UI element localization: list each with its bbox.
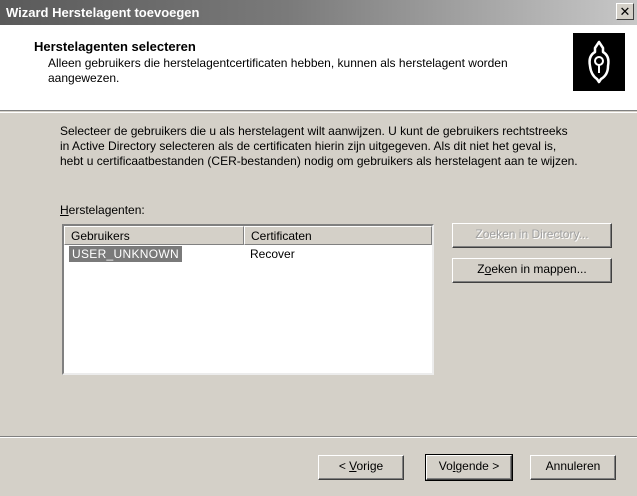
list-cell-certificate[interactable]: Recover [250,246,295,262]
window-title: Wizard Herstelagent toevoegen [6,5,200,20]
find-in-directory-button[interactable]: Zoeken in Directory... [452,223,612,248]
title-bar[interactable]: Wizard Herstelagent toevoegen ✕ [0,0,637,25]
header-divider [0,112,637,113]
btn-text-pre: Z [477,262,485,276]
close-button[interactable]: ✕ [616,3,634,20]
btn-text-pre: < [338,459,350,473]
key-icon [573,33,625,91]
btn-text-post: eken in mappen... [491,262,587,276]
back-button[interactable]: < Vorige [318,455,404,480]
intro-text: Selecteer de gebruikers die u als herste… [60,124,578,168]
btn-text-post: gende > [455,459,500,473]
column-header-certificates[interactable]: Certificaten [244,226,432,245]
close-icon: ✕ [619,4,631,19]
wizard-window: Wizard Herstelagent toevoegen ✕ Herstela… [0,0,637,496]
btn-text-post: orige [356,459,384,473]
next-button[interactable]: Volgende > [425,454,513,481]
page-title: Herstelagenten selecteren [34,39,196,54]
footer-divider [0,436,637,438]
btn-text-mnemonic: V [349,459,357,473]
btn-text-pre: Vo [438,459,453,473]
recovery-agents-label: Herstelagenten: [60,203,145,217]
list-cell-user[interactable]: USER_UNKNOWN [69,246,182,262]
page-subtitle: Alleen gebruikers die herstelagentcertif… [48,56,508,85]
find-in-folders-button[interactable]: Zoeken in mappen... [452,258,612,283]
column-header-users[interactable]: Gebruikers [64,226,244,245]
header-panel: Herstelagenten selecteren Alleen gebruik… [0,25,637,111]
recovery-agents-list[interactable]: Gebruikers Certificaten USER_UNKNOWN Rec… [62,224,434,375]
label-text: erstelagenten: [68,203,145,217]
list-row[interactable]: USER_UNKNOWN Recover [64,246,432,263]
label-mnemonic: H [60,203,69,217]
cancel-button[interactable]: Annuleren [530,455,616,480]
